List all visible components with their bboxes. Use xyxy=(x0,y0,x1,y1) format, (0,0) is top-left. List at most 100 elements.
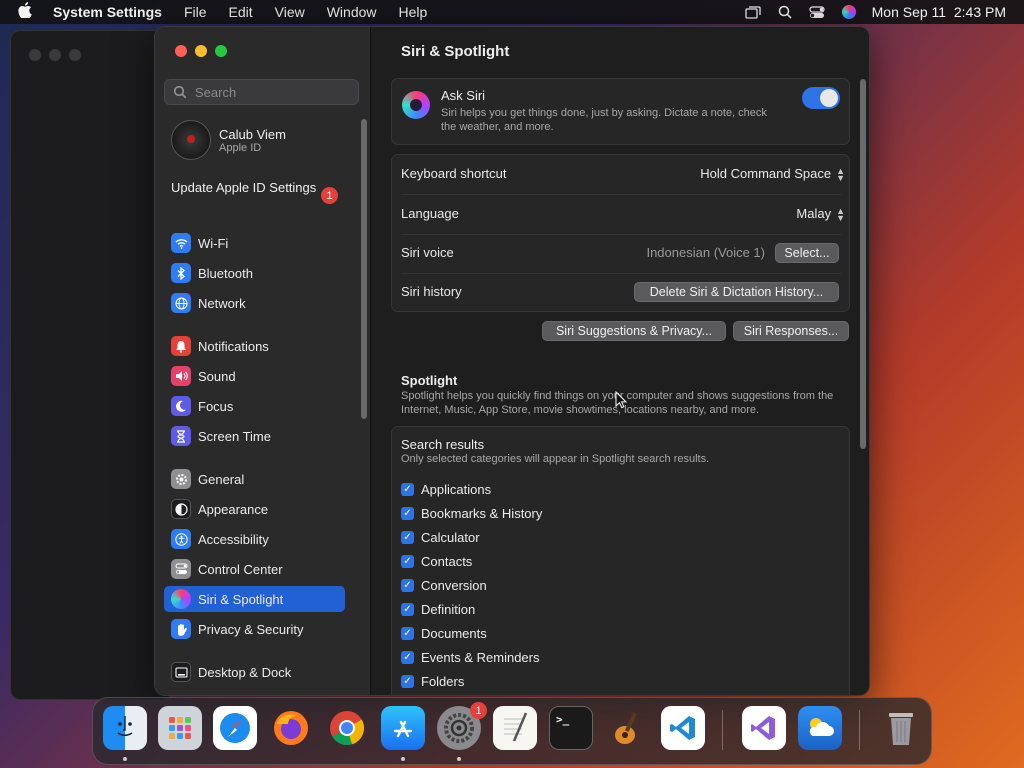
ask-siri-card: Ask Siri Siri helps you get things done,… xyxy=(391,78,850,145)
screen-mirroring-icon[interactable] xyxy=(744,5,762,19)
siri-responses-button[interactable]: Siri Responses... xyxy=(733,321,849,341)
sidebar-item-general[interactable]: General xyxy=(164,466,345,492)
zoom-button[interactable] xyxy=(215,45,227,57)
sidebar-item-privacy-security[interactable]: Privacy & Security xyxy=(164,616,345,642)
safari-icon[interactable] xyxy=(213,706,257,750)
checkbox-applications[interactable]: ✓ Applications xyxy=(401,479,701,499)
language-row: Language Malay ▲ ▼ xyxy=(392,195,848,234)
dock: 1 >_ xyxy=(92,697,932,765)
siri-icon xyxy=(171,589,191,609)
trash-icon[interactable] xyxy=(879,706,923,750)
checkbox-documents[interactable]: ✓ Documents xyxy=(401,623,701,643)
sidebar-item-screen-time[interactable]: Screen Time xyxy=(164,423,345,449)
wifi-icon xyxy=(171,233,191,253)
sidebar-item-appearance[interactable]: Appearance xyxy=(164,496,345,522)
siri-voice-value: Indonesian (Voice 1) xyxy=(646,245,765,260)
sidebar-item-accessibility[interactable]: Accessibility xyxy=(164,526,345,552)
system-settings-window: Calub Viem Apple ID Update Apple ID Sett… xyxy=(154,26,870,696)
sidebar-item-control-center[interactable]: Control Center xyxy=(164,556,345,582)
avatar xyxy=(171,120,211,160)
keyboard-shortcut-row: Keyboard shortcut Hold Command Space ▲ ▼ xyxy=(392,155,848,194)
checkmark-icon: ✓ xyxy=(401,530,414,544)
sidebar-item-notifications[interactable]: Notifications xyxy=(164,333,345,359)
menu-help[interactable]: Help xyxy=(399,4,428,20)
delete-siri-history-button[interactable]: Delete Siri & Dictation History... xyxy=(634,282,839,302)
siri-menu-icon[interactable] xyxy=(840,5,858,19)
keyboard-shortcut-select[interactable]: Hold Command Space ▲ ▼ xyxy=(700,166,845,182)
sidebar-item-focus[interactable]: Focus xyxy=(164,393,345,419)
vscode-icon[interactable] xyxy=(661,706,705,750)
sidebar-scrollbar[interactable] xyxy=(361,119,367,419)
sidebar-item-label: Bluetooth xyxy=(198,265,253,281)
firefox-icon[interactable] xyxy=(269,706,313,750)
finder-icon[interactable] xyxy=(103,706,147,750)
sidebar-item-label: Focus xyxy=(198,398,234,414)
textedit-icon[interactable] xyxy=(493,706,537,750)
checkbox-events-reminders[interactable]: ✓ Events & Reminders xyxy=(401,647,701,667)
checkbox-definition[interactable]: ✓ Definition xyxy=(401,599,701,619)
chrome-icon[interactable] xyxy=(325,706,369,750)
siri-voice-select-button[interactable]: Select... xyxy=(775,243,839,263)
sidebar-item-sound[interactable]: Sound xyxy=(164,363,345,389)
checkbox-label: Conversion xyxy=(421,577,487,593)
checkmark-icon: ✓ xyxy=(401,554,414,568)
siri-voice-label: Siri voice xyxy=(401,245,454,260)
spotlight-title: Spotlight xyxy=(401,373,458,388)
checkbox-label: Applications xyxy=(421,481,492,497)
sidebar-item-bluetooth[interactable]: Bluetooth xyxy=(164,260,345,286)
menu-app-name[interactable]: System Settings xyxy=(53,4,162,20)
spotlight-search-icon[interactable] xyxy=(776,5,794,19)
ask-siri-toggle[interactable] xyxy=(802,87,840,109)
checkmark-icon: ✓ xyxy=(401,578,414,592)
app-store-icon[interactable] xyxy=(381,706,425,750)
control-center-menu-icon[interactable] xyxy=(808,5,826,19)
update-apple-id-settings[interactable]: Update Apple ID Settings xyxy=(171,180,341,196)
page-title: Siri & Spotlight xyxy=(401,43,510,60)
background-window-controls xyxy=(29,49,81,61)
menu-view[interactable]: View xyxy=(275,4,305,20)
siri-suggestions-privacy-button[interactable]: Siri Suggestions & Privacy... xyxy=(542,321,726,341)
appearance-icon xyxy=(171,499,191,519)
content-scrollbar[interactable] xyxy=(860,79,866,449)
checkbox-conversion[interactable]: ✓ Conversion xyxy=(401,575,701,595)
checkbox-contacts[interactable]: ✓ Contacts xyxy=(401,551,701,571)
sidebar-search[interactable] xyxy=(164,79,359,105)
checkbox-bookmarks-history[interactable]: ✓ Bookmarks & History xyxy=(401,503,701,523)
terminal-icon[interactable]: >_ xyxy=(549,706,593,750)
system-settings-badge: 1 xyxy=(470,702,487,719)
sidebar-item-label: Appearance xyxy=(198,501,269,517)
language-select[interactable]: Malay ▲ ▼ xyxy=(796,206,845,222)
weather-icon[interactable] xyxy=(798,706,842,750)
sidebar-item-label: Screen Time xyxy=(198,428,271,444)
menu-window[interactable]: Window xyxy=(327,4,377,20)
checkbox-folders[interactable]: ✓ Folders xyxy=(401,671,701,691)
bluetooth-icon xyxy=(171,263,191,283)
keyboard-shortcut-value: Hold Command Space xyxy=(700,166,832,181)
window-controls xyxy=(175,45,227,57)
search-input[interactable] xyxy=(193,83,357,101)
launchpad-icon[interactable] xyxy=(158,706,202,750)
ask-siri-description: Siri helps you get things done, just by … xyxy=(441,107,767,133)
search-icon xyxy=(173,85,187,99)
minimize-button[interactable] xyxy=(195,45,207,57)
sidebar-item-network[interactable]: Network xyxy=(164,290,345,316)
sidebar-item-label: Privacy & Security xyxy=(198,621,304,637)
apple-menu-icon[interactable] xyxy=(18,2,38,22)
account-subtitle: Apple ID xyxy=(219,141,262,154)
menu-datetime[interactable]: Mon Sep 11 2:43 PM xyxy=(872,4,1006,20)
garageband-icon[interactable] xyxy=(605,706,649,750)
siri-history-label: Siri history xyxy=(401,284,462,299)
menu-edit[interactable]: Edit xyxy=(229,4,253,20)
checkbox-calculator[interactable]: ✓ Calculator xyxy=(401,527,701,547)
ask-siri-title: Ask Siri xyxy=(441,88,486,103)
visual-studio-icon[interactable] xyxy=(742,706,786,750)
checkmark-icon: ✓ xyxy=(401,650,414,664)
sidebar-item-wifi[interactable]: Wi-Fi xyxy=(164,230,345,256)
checkmark-icon: ✓ xyxy=(401,506,414,520)
menu-file[interactable]: File xyxy=(184,4,207,20)
search-results-title: Search results xyxy=(401,437,485,452)
sidebar-item-siri-spotlight[interactable]: Siri & Spotlight xyxy=(164,586,345,612)
close-button[interactable] xyxy=(175,45,187,57)
apple-id-account[interactable]: Calub Viem Apple ID xyxy=(171,120,351,160)
sidebar-item-desktop-dock[interactable]: Desktop & Dock xyxy=(164,659,345,685)
